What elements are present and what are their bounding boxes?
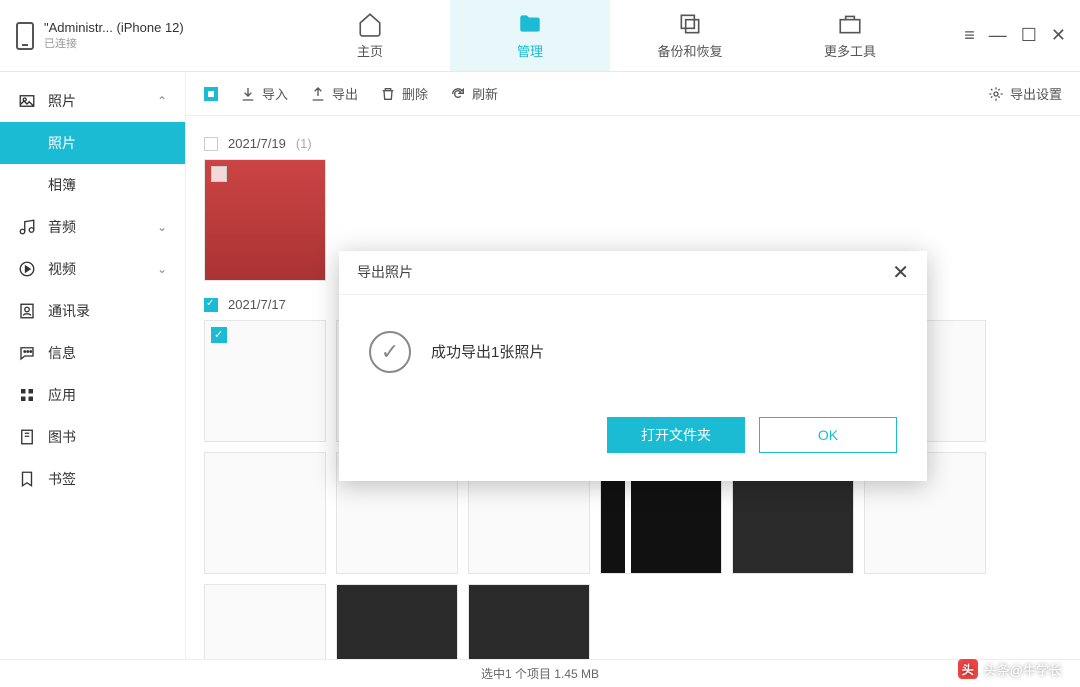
tab-home[interactable]: 主页	[290, 0, 450, 71]
home-icon	[357, 11, 383, 37]
device-status: 已连接	[44, 35, 184, 51]
titlebar: "Administr... (iPhone 12) 已连接 主页 管理 备份和恢…	[0, 0, 1080, 72]
chevron-down-icon: ⌄	[157, 262, 167, 276]
sidebar-item-books[interactable]: 图书	[0, 416, 185, 458]
dialog-header: 导出照片 ✕	[339, 251, 927, 295]
chevron-up-icon: ⌃	[157, 94, 167, 108]
watermark: 头 头条@牛学长	[958, 659, 1062, 679]
device-info: "Administr... (iPhone 12) 已连接	[0, 20, 290, 51]
sidebar-item-apps[interactable]: 应用	[0, 374, 185, 416]
sidebar-item-photos[interactable]: 照片 ⌃	[0, 80, 185, 122]
menu-icon[interactable]: ≡	[964, 25, 975, 46]
tab-tools[interactable]: 更多工具	[770, 0, 930, 71]
phone-icon	[16, 22, 34, 50]
device-name: "Administr... (iPhone 12)	[44, 20, 184, 35]
ok-button[interactable]: OK	[759, 417, 897, 453]
backup-icon	[677, 11, 703, 37]
maximize-icon[interactable]: ☐	[1021, 25, 1037, 46]
dialog-close-button[interactable]: ✕	[892, 260, 909, 285]
sidebar-item-messages[interactable]: 信息	[0, 332, 185, 374]
status-text: 选中1 个项目 1.45 MB	[481, 665, 599, 682]
close-icon[interactable]: ✕	[1051, 25, 1066, 46]
dialog-title: 导出照片	[357, 262, 413, 282]
music-icon	[18, 218, 36, 236]
bookmark-icon	[18, 470, 36, 488]
success-check-icon: ✓	[369, 331, 411, 373]
minimize-icon[interactable]: —	[989, 25, 1007, 46]
sidebar-item-bookmarks[interactable]: 书签	[0, 458, 185, 500]
sidebar-item-photos-sub[interactable]: 照片	[0, 122, 185, 164]
modal-overlay: 导出照片 ✕ ✓ 成功导出1张照片 打开文件夹 OK	[186, 72, 1080, 659]
sidebar-item-audio[interactable]: 音频⌄	[0, 206, 185, 248]
chevron-down-icon: ⌄	[157, 220, 167, 234]
apps-icon	[18, 386, 36, 404]
window-controls: ≡ — ☐ ✕	[964, 25, 1080, 46]
watermark-logo: 头	[958, 659, 978, 679]
export-success-dialog: 导出照片 ✕ ✓ 成功导出1张照片 打开文件夹 OK	[339, 251, 927, 481]
statusbar: 选中1 个项目 1.45 MB	[0, 659, 1080, 687]
play-icon	[18, 260, 36, 278]
toolbox-icon	[837, 11, 863, 37]
sidebar-item-video[interactable]: 视频⌄	[0, 248, 185, 290]
contact-icon	[18, 302, 36, 320]
tab-manage[interactable]: 管理	[450, 0, 610, 71]
message-icon	[18, 344, 36, 362]
sidebar-item-contacts[interactable]: 通讯录	[0, 290, 185, 332]
main: 照片 ⌃ 照片 相簿 音频⌄ 视频⌄ 通讯录 信息 应用 图书	[0, 72, 1080, 659]
sidebar-item-albums[interactable]: 相簿	[0, 164, 185, 206]
content: 导入 导出 删除 刷新 导出设置 2021/7/19	[186, 72, 1080, 659]
image-icon	[18, 92, 36, 110]
top-tabs: 主页 管理 备份和恢复 更多工具	[290, 0, 964, 71]
tab-backup[interactable]: 备份和恢复	[610, 0, 770, 71]
book-icon	[18, 428, 36, 446]
dialog-message: 成功导出1张照片	[431, 341, 544, 362]
open-folder-button[interactable]: 打开文件夹	[607, 417, 745, 453]
folder-icon	[517, 11, 543, 37]
sidebar: 照片 ⌃ 照片 相簿 音频⌄ 视频⌄ 通讯录 信息 应用 图书	[0, 72, 186, 659]
